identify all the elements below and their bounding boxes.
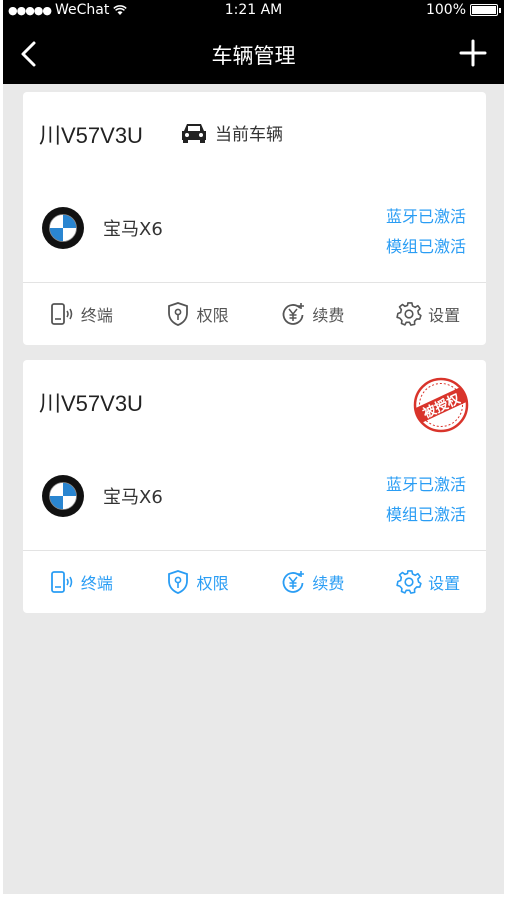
renew-label: 续费 <box>312 574 345 593</box>
action-bar: 终端 权限 续费 设置 <box>23 283 486 345</box>
settings-label: 设置 <box>428 306 461 325</box>
permission-label: 权限 <box>196 574 229 593</box>
yuan-plus-icon <box>282 571 305 593</box>
settings-button[interactable]: 设置 <box>370 551 486 613</box>
permission-label: 权限 <box>196 306 229 325</box>
renew-button[interactable]: 续费 <box>255 551 371 613</box>
module-status: 模组已激活 <box>385 237 466 256</box>
gear-icon <box>396 302 422 326</box>
brand-name: 宝马X6 <box>103 219 163 240</box>
license-plate: 川V57V3U <box>39 391 143 416</box>
battery-group: 100% <box>425 2 501 18</box>
current-vehicle-tag: 当前车辆 <box>179 120 283 145</box>
shield-key-icon <box>167 570 188 594</box>
yuan-plus-icon <box>282 303 305 325</box>
activation-status: 蓝牙已激活 模组已激活 <box>386 470 466 530</box>
add-vehicle-icon[interactable] <box>458 38 488 68</box>
settings-label: 设置 <box>428 574 461 593</box>
authorized-stamp: 被授权 <box>413 377 469 433</box>
permission-button[interactable]: 权限 <box>139 283 255 345</box>
app-screen: ●●●●● WeChat 1:21 AM 100% 车辆管理 川V57V3U 当… <box>3 0 504 894</box>
settings-button[interactable]: 设置 <box>370 283 486 345</box>
terminal-icon <box>50 571 73 593</box>
bluetooth-status: 蓝牙已激活 <box>385 207 466 226</box>
vehicle-card[interactable]: 川V57V3U 当前车辆 宝马X6 蓝牙已激活 模组已激活 终端 权限 续费 设… <box>23 92 486 345</box>
stamp-text: 被授权 <box>420 390 464 422</box>
current-vehicle-label: 当前车辆 <box>215 125 283 145</box>
license-plate: 川V57V3U <box>39 123 143 148</box>
brand-name: 宝马X6 <box>103 487 163 508</box>
bluetooth-status: 蓝牙已激活 <box>385 475 466 494</box>
battery-icon <box>470 4 501 16</box>
vehicle-brand: 宝马X6 <box>41 206 163 250</box>
permission-button[interactable]: 权限 <box>139 551 255 613</box>
renew-button[interactable]: 续费 <box>255 283 371 345</box>
vehicle-card[interactable]: 川V57V3U 被授权 宝马X6 蓝牙已激活 模组已激活 终端 权限 续费 设置 <box>23 360 486 613</box>
terminal-label: 终端 <box>80 306 113 325</box>
status-bar: ●●●●● WeChat 1:21 AM 100% <box>3 0 504 22</box>
renew-label: 续费 <box>312 306 345 325</box>
terminal-button[interactable]: 终端 <box>23 283 139 345</box>
terminal-button[interactable]: 终端 <box>23 551 139 613</box>
bmw-logo-icon <box>42 207 84 249</box>
nav-bar: 车辆管理 <box>3 22 504 84</box>
car-icon <box>182 123 206 143</box>
vehicle-brand: 宝马X6 <box>41 474 163 518</box>
bmw-logo-icon <box>42 475 84 517</box>
action-bar: 终端 权限 续费 设置 <box>23 551 486 613</box>
battery-percent: 100% <box>425 2 466 18</box>
activation-status: 蓝牙已激活 模组已激活 <box>386 202 466 262</box>
terminal-label: 终端 <box>80 574 113 593</box>
shield-key-icon <box>167 302 188 326</box>
module-status: 模组已激活 <box>385 505 466 524</box>
terminal-icon <box>50 303 73 325</box>
page-title: 车辆管理 <box>211 44 296 68</box>
gear-icon <box>396 570 422 594</box>
